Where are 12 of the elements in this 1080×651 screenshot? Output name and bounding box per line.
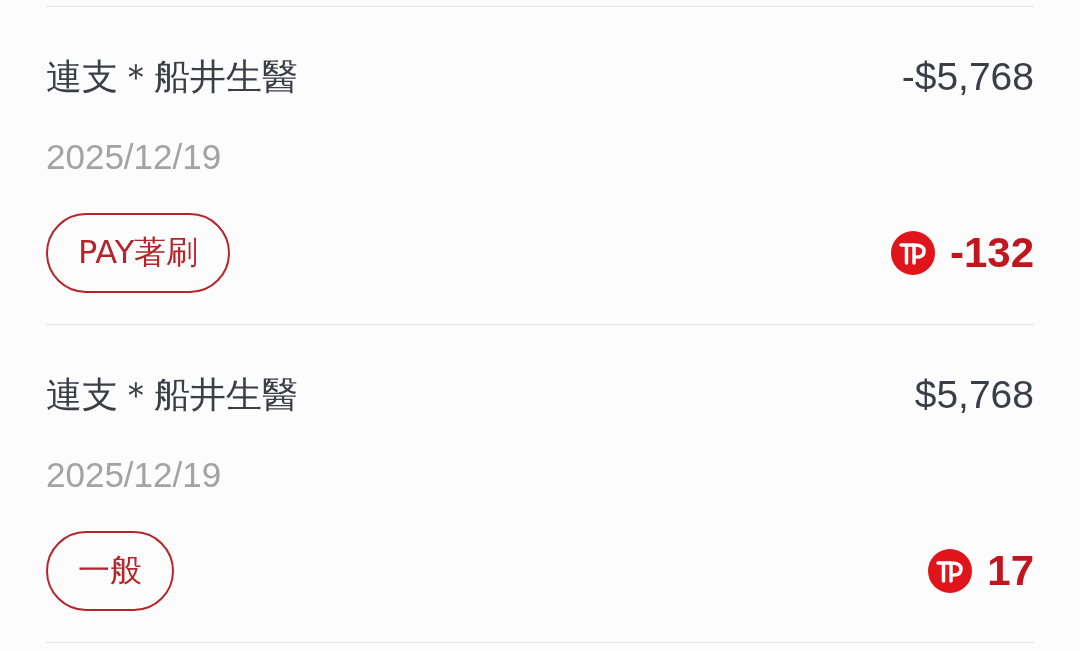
payment-type-tag: 一般 <box>46 531 174 611</box>
points-value: -132 <box>949 229 1034 277</box>
points-coin-icon <box>927 548 974 594</box>
transaction-date: 2025/12/19 <box>46 136 222 178</box>
points-coin-icon <box>889 230 936 276</box>
points-value: 17 <box>987 547 1034 595</box>
amount: -$5,768 <box>901 55 1034 99</box>
transaction-date: 2025/12/19 <box>46 454 222 496</box>
merchant-name: 連支＊船井生醫 <box>46 55 298 99</box>
payment-type-tag: PAY著刷 <box>46 213 231 293</box>
merchant-name: 連支＊船井生醫 <box>46 373 298 417</box>
amount: $5,768 <box>914 373 1034 417</box>
